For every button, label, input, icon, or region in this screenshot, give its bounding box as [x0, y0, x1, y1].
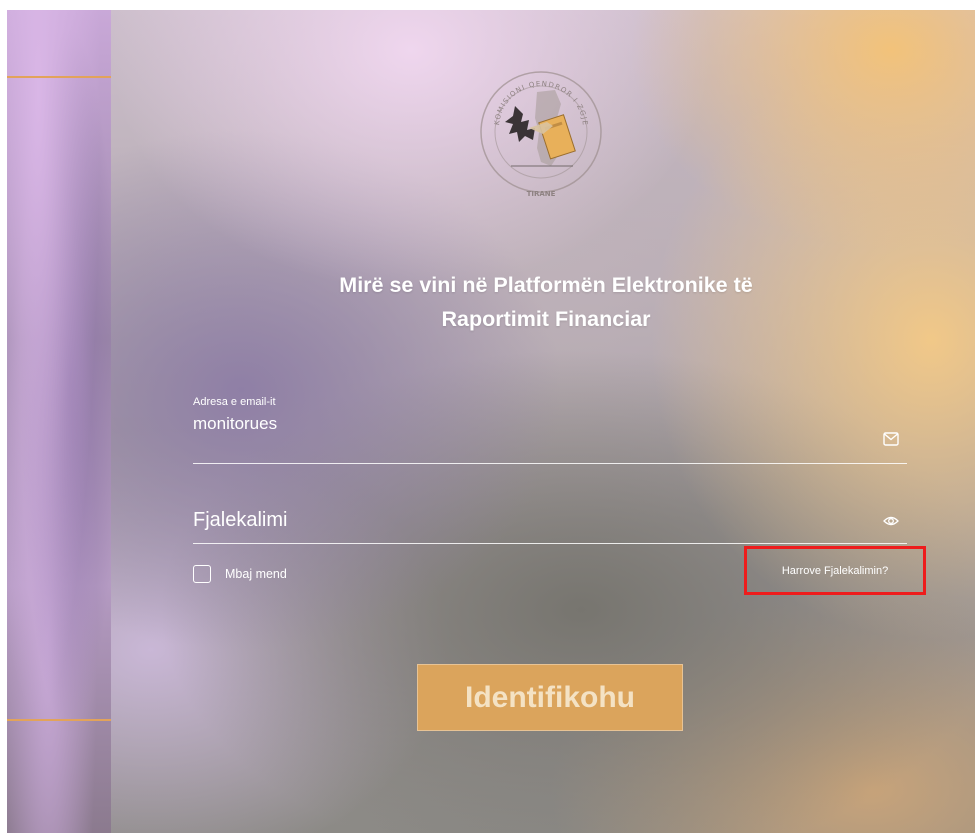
email-field[interactable]: Adresa e email-it monitorues — [193, 396, 907, 464]
logo-bottom-text: TIRANE — [527, 190, 556, 198]
password-underline — [193, 543, 907, 544]
forgot-password-highlight: Harrove Fjalekalimin? — [744, 546, 926, 595]
password-field[interactable]: Fjalekalimi — [193, 509, 907, 545]
email-label: Adresa e email-it — [193, 396, 276, 408]
welcome-heading: Mirë se vini në Platformën Elektronike t… — [231, 268, 861, 336]
remember-label: Mbaj mend — [225, 567, 287, 581]
email-input[interactable]: monitorues — [193, 414, 277, 434]
login-panel: KOMISIONI QENDROR I ZGJEDHJEVE TIRANE Mi… — [111, 10, 975, 833]
mail-icon — [883, 432, 899, 446]
email-underline — [193, 463, 907, 464]
background-side-strip — [7, 10, 111, 833]
password-input[interactable]: Fjalekalimi — [193, 509, 287, 532]
welcome-line-2: Raportimit Financiar — [441, 307, 651, 331]
welcome-line-1: Mirë se vini në Platformën Elektronike t… — [339, 273, 753, 297]
forgot-password-link[interactable]: Harrove Fjalekalimin? — [782, 565, 888, 577]
gold-divider-bottom — [7, 719, 111, 721]
seal-icon: KOMISIONI QENDROR I ZGJEDHJEVE TIRANE — [477, 62, 602, 198]
election-commission-logo: KOMISIONI QENDROR I ZGJEDHJEVE TIRANE — [477, 62, 605, 202]
eye-icon[interactable] — [883, 514, 899, 528]
remember-me[interactable]: Mbaj mend — [193, 563, 287, 585]
gold-divider-top — [7, 76, 111, 78]
login-button[interactable]: Identifikohu — [417, 664, 683, 731]
remember-checkbox[interactable] — [193, 565, 211, 583]
